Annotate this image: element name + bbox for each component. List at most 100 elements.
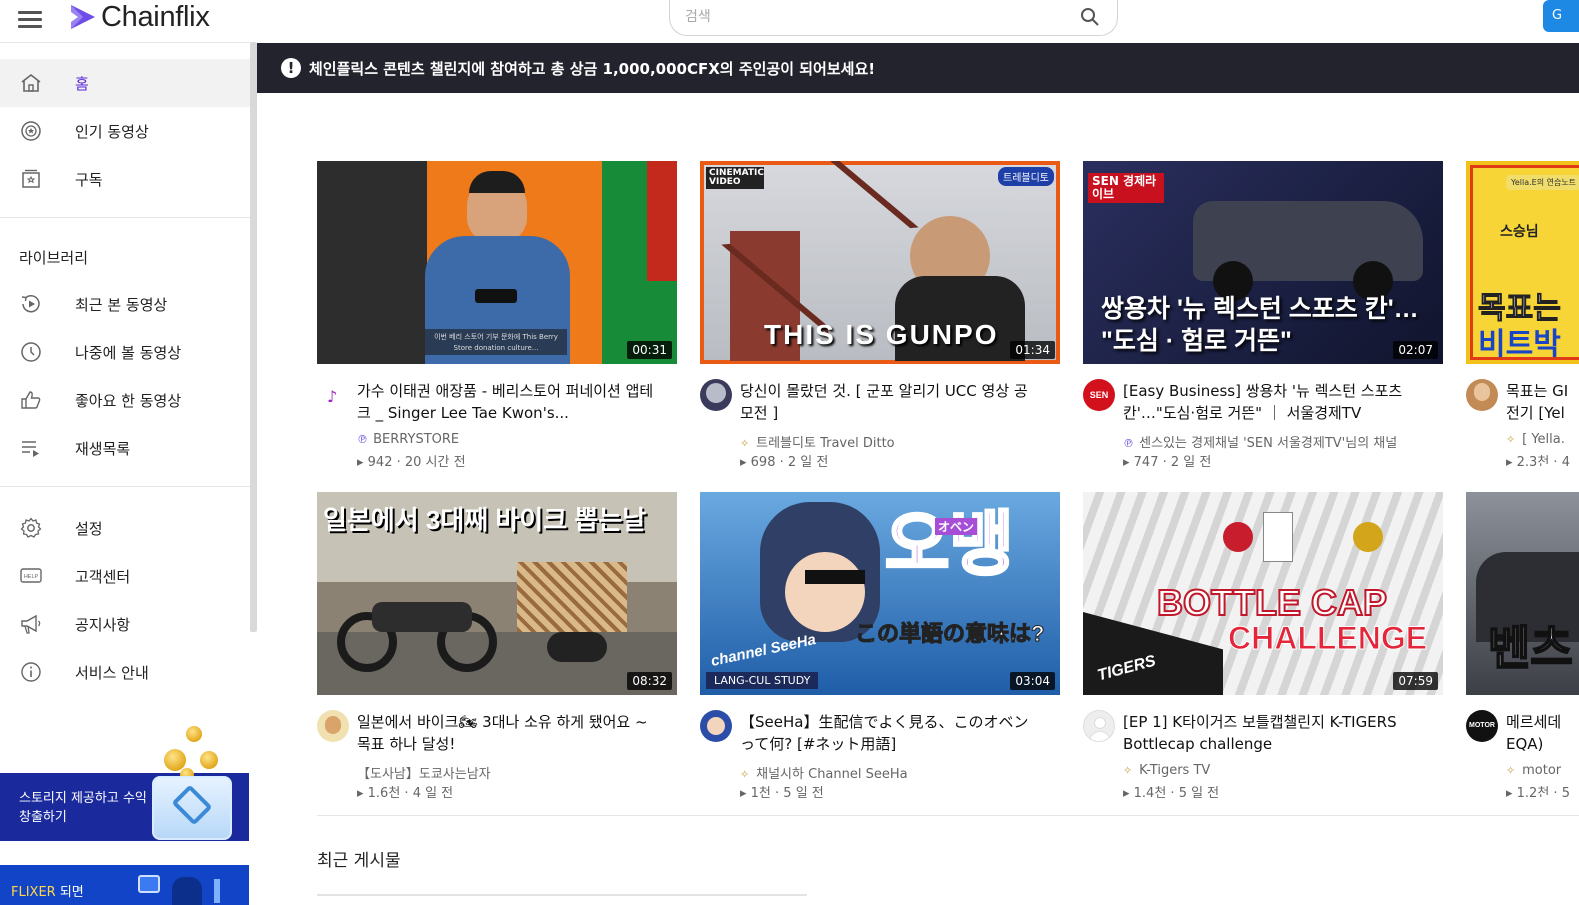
video-card[interactable]: Yella.E의 연습노트 스승님 목표는 비트박 목표는 GI 전기 [Yel… xyxy=(1466,161,1579,466)
video-card[interactable]: SEN 경제라이브 쌍용차 '뉴 렉스턴 스포츠 칸'… "도심 · 험로 거뜬… xyxy=(1083,161,1443,470)
video-title[interactable]: 일본에서 바이크🏍 3대나 소유 하게 됐어요 ~목표 하나 달성! xyxy=(357,711,657,755)
video-meta: ▸ 1.4천 · 5 일 전 xyxy=(1123,786,1220,801)
flixer-promo-banner[interactable]: FLIXER 되면 xyxy=(0,865,249,905)
sidebar-item-history[interactable]: 최근 본 동영상 xyxy=(0,280,250,328)
video-thumbnail[interactable]: BOTTLE CAP CHALLENGE TIGERS 07:59 xyxy=(1083,492,1443,695)
sidebar-item-popular[interactable]: 인기 동영상 xyxy=(0,107,250,155)
video-card[interactable]: 일본에서 3대째 바이크 뽑는날 08:32 일본에서 바이크🏍 3대나 소유 … xyxy=(317,492,677,801)
video-title[interactable]: 가수 이태권 애장품 - 베리스토어 퍼네이션 앱테크 _ Singer Lee… xyxy=(357,380,657,424)
sidebar-item-help[interactable]: HELP 고객센터 xyxy=(0,552,250,600)
video-title[interactable]: [Easy Business] 쌍용차 '뉴 렉스턴 스포츠 칸'…"도심·험로… xyxy=(1123,380,1423,424)
video-title[interactable]: 【SeeHa】生配信でよく見る、このオベンって何? [#ネット用語] xyxy=(740,711,1040,755)
sidebar-item-liked[interactable]: 좋아요 한 동영상 xyxy=(0,376,250,424)
coin-icon xyxy=(164,749,186,771)
sidebar-scrollbar[interactable] xyxy=(250,42,257,632)
video-meta: ▸ 942 · 20 시간 전 xyxy=(357,455,466,470)
channel-badge: 트레블디토 xyxy=(998,167,1054,186)
storage-box-illustration xyxy=(152,776,232,840)
video-title[interactable]: [EP 1] K타이거즈 보틀캡챌린지 K-TIGERS Bottlecap c… xyxy=(1123,711,1423,755)
library-title: 라이브러리 xyxy=(19,249,89,267)
channel-name[interactable]: ℗ BERRYSTORE xyxy=(357,432,459,447)
video-thumbnail[interactable]: SEN 경제라이브 쌍용차 '뉴 렉스턴 스포츠 칸'… "도심 · 험로 거뜬… xyxy=(1083,161,1443,364)
thumbnail-tag: Yella.E의 연습노트 xyxy=(1506,175,1579,190)
video-thumbnail[interactable]: CINEMATIC VIDEO 트레블디토 THIS IS GUNPO 01:3… xyxy=(700,161,1060,364)
channel-avatar[interactable] xyxy=(317,710,349,742)
video-title[interactable]: 당신이 몰랐던 것. [ 군포 알리기 UCC 영상 공모전 ] xyxy=(740,380,1040,424)
sidebar-item-label: 고객센터 xyxy=(75,567,131,586)
thumbs-up-icon xyxy=(21,391,41,409)
sidebar-item-label: 인기 동영상 xyxy=(75,122,149,141)
banner-text: 체인플릭스 콘텐츠 챌린지에 참여하고 총 상금 1,000,000CFX의 주… xyxy=(309,60,876,78)
menu-icon[interactable] xyxy=(18,8,44,30)
channel-avatar[interactable]: SEN xyxy=(1083,379,1115,411)
video-meta: ▸ 698 · 2 일 전 xyxy=(740,455,829,470)
sidebar-item-watch-later[interactable]: 나중에 볼 동영상 xyxy=(0,328,250,376)
channel-avatar[interactable] xyxy=(1466,379,1498,411)
chainflix-logo[interactable]: Chainflix xyxy=(68,1,210,33)
channel-name[interactable]: ✧ 채널시하 Channel SeeHa xyxy=(740,763,908,782)
video-thumbnail[interactable]: Yella.E의 연습노트 스승님 목표는 비트박 xyxy=(1466,161,1579,364)
thumbnail-tag: LANG-CUL STUDY xyxy=(706,672,819,689)
person-illustration xyxy=(172,877,202,905)
video-meta: ▸ 2.3천 · 4 xyxy=(1506,455,1570,466)
thumbnail-text: 오뱅 xyxy=(884,504,1016,585)
top-header: Chainflix G xyxy=(0,0,1579,42)
megaphone-icon xyxy=(21,614,41,634)
sidebar-item-label: 재생목록 xyxy=(75,439,131,458)
video-title[interactable]: 목표는 GI 전기 [Yel xyxy=(1506,380,1576,424)
sidebar-item-subscriptions[interactable]: 구독 xyxy=(0,155,250,203)
section-divider xyxy=(317,815,1579,816)
video-card[interactable]: 이번 베리 스토어 기부 문화에 This Berry Store donati… xyxy=(317,161,677,470)
search-input[interactable] xyxy=(685,7,1065,27)
video-card[interactable]: CINEMATIC VIDEO 트레블디토 THIS IS GUNPO 01:3… xyxy=(700,161,1060,470)
thumbnail-small: 스승님 xyxy=(1500,223,1539,239)
channel-name[interactable]: ✧ K-Tigers TV xyxy=(1123,763,1210,778)
recent-posts-title: 최근 게시물 xyxy=(317,851,401,871)
video-card[interactable]: 벤츠 MOTOR 메르세데 EQA) ✧ motor ▸ 1.2천 · 5 xyxy=(1466,492,1579,797)
video-thumbnail[interactable]: 벤츠 xyxy=(1466,492,1579,695)
channel-avatar[interactable] xyxy=(700,710,732,742)
video-meta: ▸ 1천 · 5 일 전 xyxy=(740,786,824,801)
video-duration: 00:31 xyxy=(627,341,672,359)
svg-text:HELP: HELP xyxy=(24,574,39,580)
channel-name[interactable]: 【도사남】도쿄사는남자 xyxy=(357,763,491,782)
video-thumbnail[interactable]: 오뱅 オベン この単語の意味は? channel SeeHa LANG-CUL … xyxy=(700,492,1060,695)
flixer-promo-text: FLIXER 되면 xyxy=(11,885,84,900)
channel-name[interactable]: ✧ [ Yella. xyxy=(1506,432,1565,447)
thumbnail-caption: 이번 베리 스토어 기부 문화에 This Berry Store donati… xyxy=(425,329,567,355)
thumbnail-line1: BOTTLE CAP xyxy=(1156,581,1388,624)
video-title[interactable]: 메르세데 EQA) xyxy=(1506,711,1576,755)
thumbnail-subtitle: この単語の意味は? xyxy=(854,621,1045,647)
svg-text:♪: ♪ xyxy=(327,387,337,406)
challenge-banner[interactable]: ! 체인플릭스 콘텐츠 챌린지에 참여하고 총 상금 1,000,000CFX의… xyxy=(257,43,1579,93)
recent-posts-underline xyxy=(317,894,807,896)
logo-text: Chainflix xyxy=(101,0,210,33)
sidebar-item-label: 구독 xyxy=(75,170,103,189)
channel-name[interactable]: ℗ 센스있는 경제채널 'SEN 서울경제TV'님의 채널 xyxy=(1123,432,1397,451)
video-card[interactable]: BOTTLE CAP CHALLENGE TIGERS 07:59 [EP 1]… xyxy=(1083,492,1443,801)
cinematic-badge: CINEMATIC VIDEO xyxy=(706,167,764,189)
sidebar-item-home[interactable]: 홈 xyxy=(0,59,250,107)
sidebar-item-settings[interactable]: 설정 xyxy=(0,504,250,552)
channel-name[interactable]: ✧ 트레블디토 Travel Ditto xyxy=(740,432,895,451)
video-thumbnail[interactable]: 일본에서 3대째 바이크 뽑는날 08:32 xyxy=(317,492,677,695)
sidebar-item-playlists[interactable]: 재생목록 xyxy=(0,424,250,472)
channel-name[interactable]: ✧ motor xyxy=(1506,763,1561,778)
sidebar-item-label: 나중에 볼 동영상 xyxy=(75,343,182,362)
video-meta: ▸ 747 · 2 일 전 xyxy=(1123,455,1212,470)
divider xyxy=(0,217,250,218)
sidebar-item-service-info[interactable]: 서비스 안내 xyxy=(0,648,250,696)
channel-avatar[interactable] xyxy=(700,379,732,411)
thumbnail-ruby: オベン xyxy=(935,518,978,535)
video-thumbnail[interactable]: 이번 베리 스토어 기부 문화에 This Berry Store donati… xyxy=(317,161,677,364)
thumbnail-line1: 쌍용차 '뉴 렉스턴 스포츠 칸'… xyxy=(1101,295,1419,323)
channel-avatar[interactable]: MOTOR xyxy=(1466,710,1498,742)
channel-avatar[interactable] xyxy=(1083,710,1115,742)
video-card[interactable]: 오뱅 オベン この単語の意味は? channel SeeHa LANG-CUL … xyxy=(700,492,1060,801)
video-duration: 08:32 xyxy=(627,672,672,690)
channel-avatar[interactable]: ♪ xyxy=(317,379,349,411)
search-icon[interactable] xyxy=(1080,7,1100,27)
sidebar-item-notices[interactable]: 공지사항 xyxy=(0,600,250,648)
thumbnail-line2: CHALLENGE xyxy=(1227,620,1428,657)
header-action-button[interactable]: G xyxy=(1543,0,1579,32)
